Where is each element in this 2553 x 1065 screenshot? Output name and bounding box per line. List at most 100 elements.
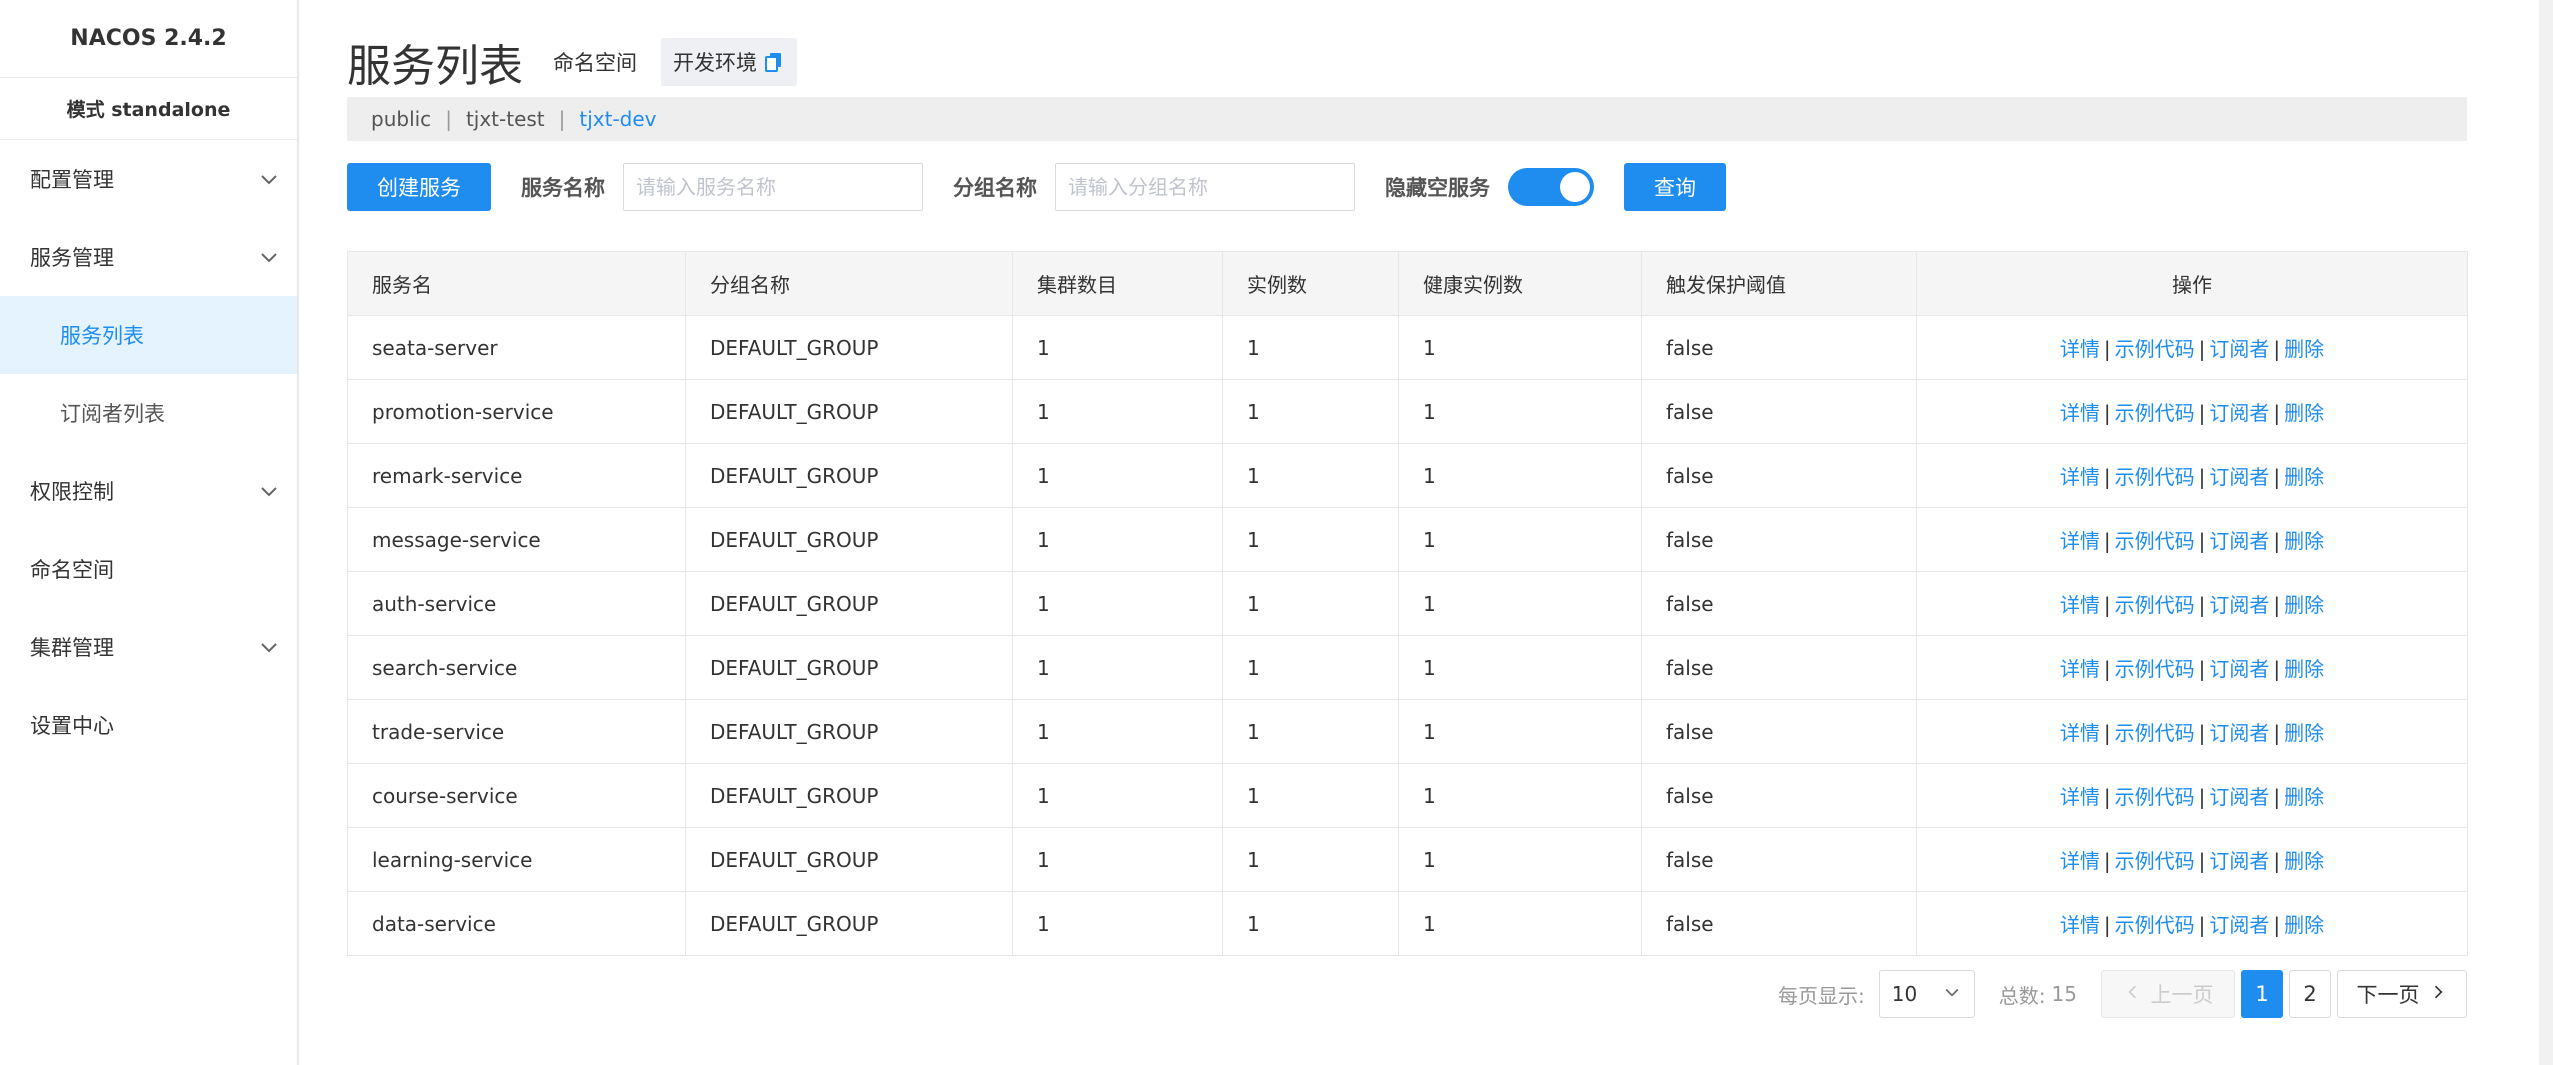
cell-healthy-count: 1 (1398, 571, 1642, 636)
subscribers-link[interactable]: 订阅者 (2209, 401, 2269, 425)
action-separator: | (2198, 913, 2206, 937)
sample-code-link[interactable]: 示例代码 (2115, 401, 2195, 425)
group-name-input[interactable] (1055, 163, 1355, 211)
next-page-button[interactable]: 下一页 (2337, 970, 2467, 1018)
cell-instance-count: 1 (1222, 507, 1399, 572)
detail-link[interactable]: 详情 (2060, 657, 2100, 681)
detail-link[interactable]: 详情 (2060, 593, 2100, 617)
subscribers-link[interactable]: 订阅者 (2209, 785, 2269, 809)
cell-cluster-count: 1 (1012, 827, 1223, 892)
delete-link[interactable]: 删除 (2284, 913, 2324, 937)
filter-bar: 创建服务 服务名称 分组名称 隐藏空服务 查询 (347, 163, 1726, 211)
create-service-button[interactable]: 创建服务 (347, 163, 491, 211)
sidebar-item-config-management[interactable]: 配置管理 (0, 140, 297, 218)
action-separator: | (2273, 465, 2281, 489)
copy-icon[interactable] (763, 51, 785, 73)
action-separator: | (2103, 785, 2111, 809)
sidebar-item-access-control[interactable]: 权限控制 (0, 452, 297, 530)
prev-page-button[interactable]: 上一页 (2101, 970, 2235, 1018)
table-row: search-service DEFAULT_GROUP 1 1 1 false 详情 | 示例… (347, 635, 2468, 700)
subscribers-link[interactable]: 订阅者 (2209, 657, 2269, 681)
current-namespace-badge[interactable]: 开发环境 (661, 38, 797, 86)
action-separator: | (2273, 849, 2281, 873)
cell-protect-threshold: false (1641, 763, 1917, 828)
detail-link[interactable]: 详情 (2060, 465, 2100, 489)
action-separator: | (2273, 913, 2281, 937)
namespace-tjxt-test[interactable]: tjxt-test (466, 107, 545, 131)
cell-group-name: DEFAULT_GROUP (685, 763, 1013, 828)
page-scrollbar[interactable] (2539, 0, 2553, 1065)
delete-link[interactable]: 删除 (2284, 785, 2324, 809)
detail-link[interactable]: 详情 (2060, 401, 2100, 425)
cell-group-name: DEFAULT_GROUP (685, 635, 1013, 700)
sidebar-item-label: 命名空间 (30, 558, 114, 582)
sidebar-item-subscriber-list[interactable]: 订阅者列表 (0, 374, 297, 452)
action-separator: | (2103, 721, 2111, 745)
subscribers-link[interactable]: 订阅者 (2209, 849, 2269, 873)
cell-service-name: seata-server (347, 315, 686, 380)
per-page-select[interactable]: 10 (1878, 970, 1975, 1018)
sidebar-item-cluster-management[interactable]: 集群管理 (0, 608, 297, 686)
sample-code-link[interactable]: 示例代码 (2115, 337, 2195, 361)
column-header-protect-threshold: 触发保护阈值 (1641, 251, 1917, 316)
action-separator: | (2273, 593, 2281, 617)
action-separator: | (2103, 337, 2111, 361)
subscribers-link[interactable]: 订阅者 (2209, 721, 2269, 745)
cell-protect-threshold: false (1641, 635, 1917, 700)
detail-link[interactable]: 详情 (2060, 849, 2100, 873)
column-header-service-name: 服务名 (347, 251, 686, 316)
detail-link[interactable]: 详情 (2060, 785, 2100, 809)
detail-link[interactable]: 详情 (2060, 913, 2100, 937)
delete-link[interactable]: 删除 (2284, 401, 2324, 425)
subscribers-link[interactable]: 订阅者 (2209, 337, 2269, 361)
detail-link[interactable]: 详情 (2060, 337, 2100, 361)
subscribers-link[interactable]: 订阅者 (2209, 529, 2269, 553)
delete-link[interactable]: 删除 (2284, 657, 2324, 681)
sidebar-item-label: 集群管理 (30, 636, 114, 660)
namespace-public[interactable]: public (371, 107, 431, 131)
subscribers-link[interactable]: 订阅者 (2209, 465, 2269, 489)
hide-empty-toggle[interactable] (1508, 168, 1594, 206)
cell-service-name: auth-service (347, 571, 686, 636)
cell-instance-count: 1 (1222, 699, 1399, 764)
sample-code-link[interactable]: 示例代码 (2115, 849, 2195, 873)
detail-link[interactable]: 详情 (2060, 529, 2100, 553)
cell-protect-threshold: false (1641, 699, 1917, 764)
namespace-tjxt-dev[interactable]: tjxt-dev (579, 107, 656, 131)
sample-code-link[interactable]: 示例代码 (2115, 465, 2195, 489)
cell-service-name: search-service (347, 635, 686, 700)
delete-link[interactable]: 删除 (2284, 529, 2324, 553)
cell-protect-threshold: false (1641, 507, 1917, 572)
sidebar-item-namespace[interactable]: 命名空间 (0, 530, 297, 608)
sample-code-link[interactable]: 示例代码 (2115, 529, 2195, 553)
subscribers-link[interactable]: 订阅者 (2209, 593, 2269, 617)
cell-group-name: DEFAULT_GROUP (685, 315, 1013, 380)
delete-link[interactable]: 删除 (2284, 593, 2324, 617)
action-separator: | (2103, 849, 2111, 873)
namespace-switcher: public | tjxt-test | tjxt-dev (347, 97, 2467, 141)
cell-healthy-count: 1 (1398, 315, 1642, 380)
sample-code-link[interactable]: 示例代码 (2115, 913, 2195, 937)
delete-link[interactable]: 删除 (2284, 337, 2324, 361)
cell-instance-count: 1 (1222, 763, 1399, 828)
sample-code-link[interactable]: 示例代码 (2115, 785, 2195, 809)
sidebar-item-settings-center[interactable]: 设置中心 (0, 686, 297, 764)
action-separator: | (2198, 337, 2206, 361)
sidebar-item-service-list[interactable]: 服务列表 (0, 296, 297, 374)
delete-link[interactable]: 删除 (2284, 849, 2324, 873)
sidebar-item-service-management[interactable]: 服务管理 (0, 218, 297, 296)
sample-code-link[interactable]: 示例代码 (2115, 657, 2195, 681)
sidebar-item-label: 配置管理 (30, 168, 114, 192)
delete-link[interactable]: 删除 (2284, 721, 2324, 745)
page-button-2[interactable]: 2 (2289, 970, 2331, 1018)
service-name-input[interactable] (623, 163, 923, 211)
cell-actions: 详情 | 示例代码 | 订阅者 | 删除 (1916, 507, 2468, 572)
delete-link[interactable]: 删除 (2284, 465, 2324, 489)
action-separator: | (2198, 529, 2206, 553)
query-button[interactable]: 查询 (1624, 163, 1726, 211)
sample-code-link[interactable]: 示例代码 (2115, 593, 2195, 617)
subscribers-link[interactable]: 订阅者 (2209, 913, 2269, 937)
sample-code-link[interactable]: 示例代码 (2115, 721, 2195, 745)
page-button-1[interactable]: 1 (2241, 970, 2283, 1018)
detail-link[interactable]: 详情 (2060, 721, 2100, 745)
